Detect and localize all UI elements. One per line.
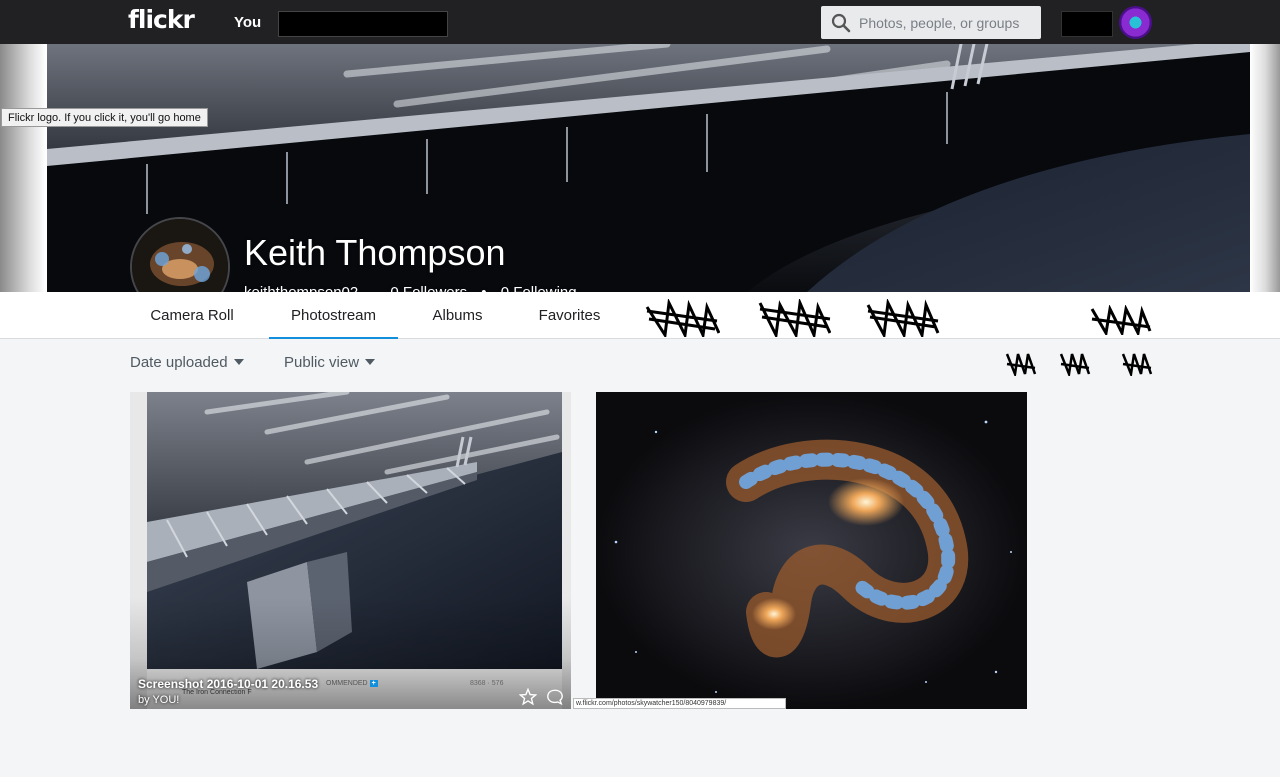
redacted-layout-toggle-1[interactable] <box>1005 352 1037 376</box>
logo-tooltip: Flickr logo. If you click it, you'll go … <box>1 108 208 127</box>
status-bar-url: w.flickr.com/photos/skywatcher150/804097… <box>573 698 786 709</box>
tab-photostream[interactable]: Photostream <box>269 292 398 339</box>
chevron-down-icon <box>365 359 376 365</box>
sort-label: Date uploaded <box>130 354 228 371</box>
view-dropdown[interactable]: Public view <box>284 354 376 371</box>
tab-camera-roll[interactable]: Camera Roll <box>149 292 235 339</box>
redacted-tab-2[interactable] <box>758 299 831 337</box>
tab-albums[interactable]: Albums <box>431 292 484 339</box>
comment-bubble-icon[interactable] <box>546 688 564 706</box>
photo-title[interactable]: Screenshot 2016-10-01 20.16.53 <box>138 677 318 691</box>
embedded-recommended-text: OMMENDED + <box>326 680 378 687</box>
user-avatar[interactable] <box>1119 6 1152 39</box>
search-input[interactable] <box>859 6 1037 39</box>
redacted-tab-4[interactable] <box>1090 305 1152 335</box>
redacted-tab-1[interactable] <box>645 299 720 337</box>
favorite-star-icon[interactable] <box>519 688 537 706</box>
tab-favorites[interactable]: Favorites <box>537 292 602 339</box>
photo-tile-galaxy[interactable] <box>596 392 1027 709</box>
search-box[interactable] <box>821 6 1041 39</box>
photo-byline[interactable]: by YOU! <box>138 694 179 706</box>
sort-dropdown[interactable]: Date uploaded <box>130 354 244 371</box>
view-label: Public view <box>284 354 360 371</box>
profile-name: Keith Thompson <box>244 232 506 273</box>
cover-area: Flickr logo. If you click it, you'll go … <box>0 44 1280 317</box>
redacted-layout-toggle-3[interactable] <box>1121 352 1153 376</box>
flickr-logo[interactable]: flickr <box>128 5 195 34</box>
photo-tile-bridge[interactable]: OMMENDED + The Iron Connection F 8368 · 5… <box>130 392 571 709</box>
embedded-stats: 8368 · 576 <box>470 680 504 687</box>
profile-tabs: Camera Roll Photostream Albums Favorites <box>0 292 1280 339</box>
redacted-user-menu[interactable] <box>1061 11 1113 37</box>
galaxy-photo-image <box>596 392 1027 709</box>
redacted-layout-toggle-2[interactable] <box>1059 352 1091 376</box>
redacted-tab-3[interactable] <box>866 299 940 337</box>
chevron-down-icon <box>233 359 244 365</box>
redacted-nav-links <box>278 11 448 37</box>
nav-you-link[interactable]: You <box>234 14 261 31</box>
top-navigation-bar: flickr You <box>0 0 1280 44</box>
search-icon <box>831 13 851 33</box>
